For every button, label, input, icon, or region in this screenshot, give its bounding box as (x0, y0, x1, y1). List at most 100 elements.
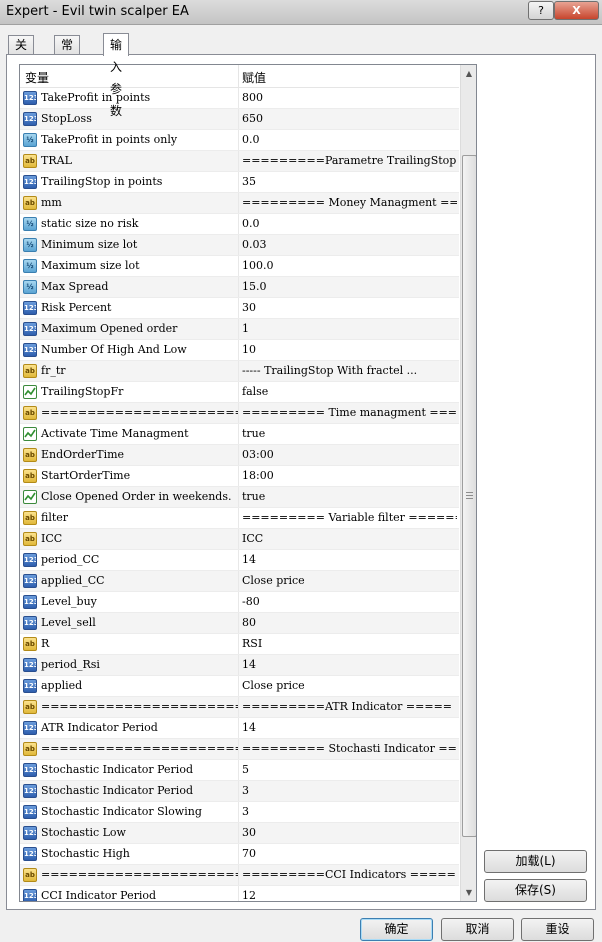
param-name-cell[interactable]: 123 Stochastic Indicator Period (20, 781, 239, 801)
param-row[interactable]: 123 Level_buy -80 (20, 592, 459, 613)
close-button[interactable]: X (554, 1, 599, 20)
scroll-up-icon[interactable]: ▲ (461, 65, 476, 82)
param-name-cell[interactable]: ab EndOrderTime (20, 445, 239, 465)
param-value-cell[interactable]: 18:00 (239, 466, 457, 486)
param-row[interactable]: ab EndOrderTime 03:00 (20, 445, 459, 466)
param-row[interactable]: 123 Stochastic Low 30 (20, 823, 459, 844)
param-value-cell[interactable]: 0.03 (239, 235, 457, 255)
param-value-cell[interactable]: 14 (239, 655, 457, 675)
param-name-cell[interactable]: Activate Time Managment (20, 424, 239, 444)
param-value-cell[interactable]: ----- TrailingStop With fractel ... (239, 361, 457, 381)
param-name-cell[interactable]: 123 Risk Percent (20, 298, 239, 318)
scroll-down-icon[interactable]: ▼ (461, 884, 476, 901)
param-row[interactable]: ab ======================== ========= Time… (20, 403, 459, 424)
header-variable[interactable]: 变量 (25, 69, 49, 86)
param-name-cell[interactable]: 123 ATR Indicator Period (20, 718, 239, 738)
param-value-cell[interactable]: 30 (239, 823, 457, 843)
param-name-cell[interactable]: TrailingStopFr (20, 382, 239, 402)
param-value-cell[interactable]: =========CCI Indicators ===== (239, 865, 457, 885)
header-value[interactable]: 赋值 (242, 69, 266, 86)
param-row[interactable]: 123 TrailingStop in points 35 (20, 172, 459, 193)
param-value-cell[interactable]: 800 (239, 88, 457, 108)
param-value-cell[interactable]: 12 (239, 886, 457, 901)
param-name-cell[interactable]: 123 applied_CC (20, 571, 239, 591)
param-row[interactable]: ab R RSI (20, 634, 459, 655)
param-row[interactable]: Activate Time Managment true (20, 424, 459, 445)
param-value-cell[interactable]: ========= Stochasti Indicator ===== (239, 739, 457, 759)
param-row[interactable]: 123 Stochastic Indicator Slowing 3 (20, 802, 459, 823)
param-name-cell[interactable]: ½ static size no risk (20, 214, 239, 234)
param-value-cell[interactable]: ========= Time managment ===== (239, 403, 457, 423)
param-value-cell[interactable]: 1 (239, 319, 457, 339)
param-row[interactable]: ½ Max Spread 15.0 (20, 277, 459, 298)
param-value-cell[interactable]: 10 (239, 340, 457, 360)
param-row[interactable]: 123 ATR Indicator Period 14 (20, 718, 459, 739)
param-row[interactable]: TrailingStopFr false (20, 382, 459, 403)
param-row[interactable]: 123 period_CC 14 (20, 550, 459, 571)
param-row[interactable]: 123 period_Rsi 14 (20, 655, 459, 676)
save-button[interactable]: 保存(S) (484, 879, 587, 902)
param-value-cell[interactable]: 70 (239, 844, 457, 864)
param-name-cell[interactable]: ab TRAL (20, 151, 239, 171)
param-value-cell[interactable]: 0.0 (239, 214, 457, 234)
param-name-cell[interactable]: 123 Stochastic High (20, 844, 239, 864)
param-value-cell[interactable]: 3 (239, 802, 457, 822)
param-value-cell[interactable]: 03:00 (239, 445, 457, 465)
param-name-cell[interactable]: 123 Stochastic Low (20, 823, 239, 843)
reset-button[interactable]: 重设 (521, 918, 594, 941)
param-value-cell[interactable]: false (239, 382, 457, 402)
param-name-cell[interactable]: 123 TrailingStop in points (20, 172, 239, 192)
help-button[interactable]: ? (528, 1, 554, 20)
param-value-cell[interactable]: 5 (239, 760, 457, 780)
param-name-cell[interactable]: ½ Maximum size lot (20, 256, 239, 276)
param-value-cell[interactable]: true (239, 424, 457, 444)
param-value-cell[interactable]: =========ATR Indicator ===== (239, 697, 457, 717)
param-row[interactable]: 123 Risk Percent 30 (20, 298, 459, 319)
param-name-cell[interactable]: 123 applied (20, 676, 239, 696)
param-name-cell[interactable]: ab filter (20, 508, 239, 528)
param-value-cell[interactable]: 30 (239, 298, 457, 318)
param-value-cell[interactable]: 80 (239, 613, 457, 633)
param-name-cell[interactable]: 123 CCI Indicator Period (20, 886, 239, 901)
param-name-cell[interactable]: ab ICC (20, 529, 239, 549)
param-value-cell[interactable]: ========= Variable filter ======== (239, 508, 457, 528)
param-name-cell[interactable]: ab fr_tr (20, 361, 239, 381)
param-name-cell[interactable]: ab ======================== (20, 739, 239, 759)
param-row[interactable]: 123 Level_sell 80 (20, 613, 459, 634)
param-row[interactable]: ½ static size no risk 0.0 (20, 214, 459, 235)
param-value-cell[interactable]: =========Parametre TrailingStop... (239, 151, 457, 171)
param-name-cell[interactable]: ab mm (20, 193, 239, 213)
param-name-cell[interactable]: 123 Level_sell (20, 613, 239, 633)
param-row[interactable]: ab fr_tr ----- TrailingStop With fractel .… (20, 361, 459, 382)
param-name-cell[interactable]: 123 StopLoss (20, 109, 239, 129)
param-row[interactable]: 123 CCI Indicator Period 12 (20, 886, 459, 901)
param-row[interactable]: ½ Maximum size lot 100.0 (20, 256, 459, 277)
param-name-cell[interactable]: ab ======================== (20, 403, 239, 423)
param-name-cell[interactable]: 123 Maximum Opened order (20, 319, 239, 339)
scroll-thumb[interactable] (462, 155, 476, 837)
param-row[interactable]: ab ======================== =========CCI I… (20, 865, 459, 886)
param-name-cell[interactable]: ab ======================== (20, 697, 239, 717)
param-value-cell[interactable]: Close price (239, 676, 457, 696)
param-row[interactable]: 123 TakeProfit in points 800 (20, 88, 459, 109)
param-value-cell[interactable]: ========= Money Managment ========= (239, 193, 457, 213)
param-name-cell[interactable]: 123 period_CC (20, 550, 239, 570)
param-value-cell[interactable]: true (239, 487, 457, 507)
param-name-cell[interactable]: 123 Number Of High And Low (20, 340, 239, 360)
tab-inputs[interactable]: 输入参数 (103, 33, 130, 118)
param-name-cell[interactable]: 123 Stochastic Indicator Period (20, 760, 239, 780)
param-value-cell[interactable]: 3 (239, 781, 457, 801)
param-value-cell[interactable]: ICC (239, 529, 457, 549)
param-name-cell[interactable]: 123 TakeProfit in points (20, 88, 239, 108)
param-value-cell[interactable]: 650 (239, 109, 457, 129)
param-value-cell[interactable]: 14 (239, 550, 457, 570)
param-value-cell[interactable]: 14 (239, 718, 457, 738)
vertical-scrollbar[interactable]: ▲ ▼ (460, 65, 476, 901)
param-value-cell[interactable]: 15.0 (239, 277, 457, 297)
param-row[interactable]: ½ TakeProfit in points only 0.0 (20, 130, 459, 151)
param-row[interactable]: 123 StopLoss 650 (20, 109, 459, 130)
param-row[interactable]: ab ICC ICC (20, 529, 459, 550)
param-row[interactable]: ab filter ========= Variable filter ======… (20, 508, 459, 529)
param-name-cell[interactable]: ½ Max Spread (20, 277, 239, 297)
param-row[interactable]: ab StartOrderTime 18:00 (20, 466, 459, 487)
